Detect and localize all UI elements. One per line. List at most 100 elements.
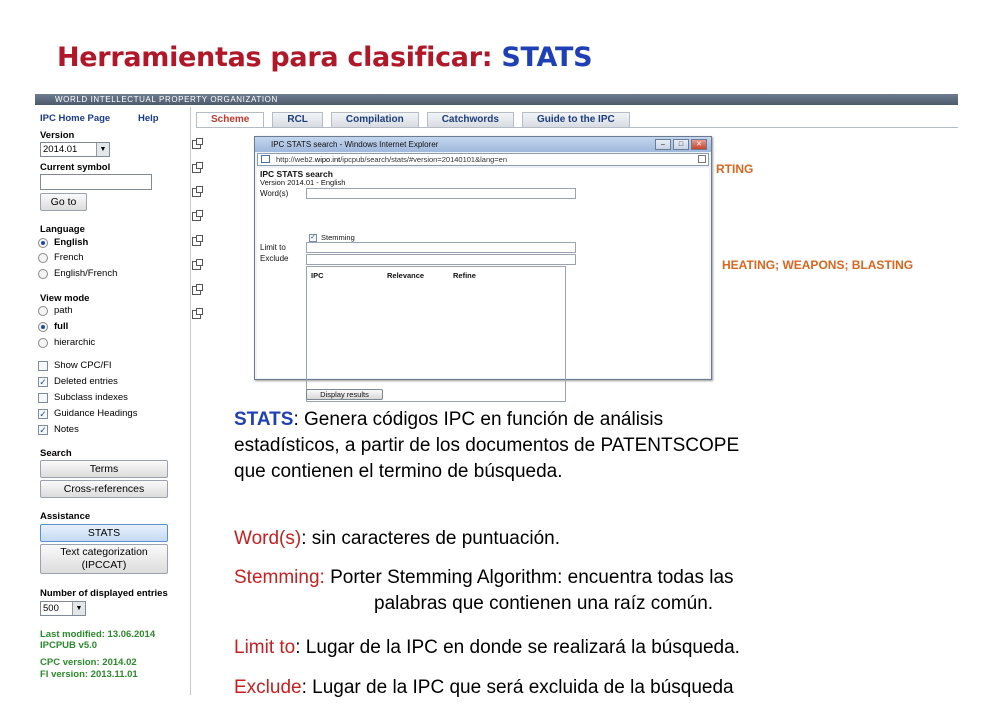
current-symbol-label: Current symbol [40,162,111,173]
section-heading-heating[interactable]: HEATING; WEAPONS; BLASTING [722,258,913,272]
tab-guide[interactable]: Guide to the IPC [521,112,630,127]
results-table: IPC Relevance Refine [306,266,566,402]
version-label: Version [40,130,75,141]
check-guidance-headings[interactable]: ✓ Guidance Headings [38,408,137,419]
popup-content: IPC STATS search Version 2014.01 - Engli… [257,168,709,402]
radio [38,252,48,263]
tab-rcl[interactable]: RCL [272,112,323,127]
external-link-icon[interactable] [192,308,203,319]
stemming-description: Stemming: Porter Stemming Algorithm: enc… [234,567,734,614]
view-mode-label: View mode [40,293,90,304]
section-heading-fragment[interactable]: RTING [716,162,753,176]
language-option-english[interactable]: English [38,237,88,248]
current-symbol-input[interactable] [40,174,152,190]
cross-references-button[interactable]: Cross-references [40,480,168,498]
words-input[interactable] [306,188,576,199]
num-entries-select[interactable]: 500 ▼ [40,601,86,616]
checkbox-checked: ✓ [38,376,48,387]
external-link-icon[interactable] [192,138,203,149]
external-link-icon[interactable] [192,259,203,270]
cpc-version: CPC version: 2014.02 [40,657,137,668]
stats-popup-window: IPC STATS search - Windows Internet Expl… [254,136,712,402]
radio-selected [38,321,48,332]
external-link-icon[interactable] [192,284,203,295]
checkbox-checked: ✓ [38,408,48,419]
slide-title: Herramientas para clasificar: STATS [57,42,593,73]
maximize-icon[interactable]: □ [673,139,689,150]
tab-compilation[interactable]: Compilation [330,112,419,127]
limit-description: Limit to: Lugar de la IPC en donde se re… [234,637,740,658]
version-value: 2014.01 [43,144,78,155]
popup-version: Version 2014.01 - English [260,178,346,187]
language-option-english-french[interactable]: English/French [38,268,117,279]
words-label: Word(s) [260,189,289,198]
radio [38,305,48,316]
help-link[interactable]: Help [138,113,159,124]
radio-selected [38,237,48,248]
exclude-label: Exclude [260,254,289,263]
words-description: Word(s): sin caracteres de puntuación. [234,528,560,549]
stats-keyword: STATS [234,409,294,430]
external-link-icon[interactable] [192,162,203,173]
text-categorization-button[interactable]: Text categorization (IPCCAT) [40,544,168,574]
column-refine: Refine [453,271,476,280]
exclude-description: Exclude: Lugar de la IPC que será exclui… [234,677,734,698]
tab-scheme[interactable]: Scheme [196,112,265,127]
terms-button[interactable]: Terms [40,460,168,478]
slide-title-main: Herramientas para clasificar: [57,42,493,73]
checkbox [38,360,48,371]
check-deleted-entries[interactable]: ✓ Deleted entries [38,376,118,387]
num-entries-label: Number of displayed entries [40,588,168,599]
minimize-icon[interactable]: – [655,139,671,150]
popup-title: IPC STATS search - Windows Internet Expl… [271,140,439,149]
words-keyword: Word(s) [234,528,302,549]
chevron-down-icon: ▼ [72,602,85,615]
ipc-home-link[interactable]: IPC Home Page [40,113,110,124]
search-label: Search [40,448,72,459]
external-link-icon[interactable] [192,235,203,246]
exclude-input[interactable] [306,254,576,265]
display-results-button[interactable]: Display results [306,389,383,400]
compatibility-icon[interactable] [698,155,706,163]
radio [38,268,48,279]
view-mode-path[interactable]: path [38,305,73,316]
go-to-button[interactable]: Go to [40,193,87,211]
limit-to-input[interactable] [306,242,576,253]
checkbox [38,392,48,403]
view-mode-full[interactable]: full [38,321,68,332]
check-show-cpc-fi[interactable]: Show CPC/FI [38,360,112,371]
limit-keyword: Limit to [234,637,296,658]
tab-bar: Scheme RCL Compilation Catchwords Guide … [196,112,630,127]
radio [38,337,48,348]
page-icon [261,155,270,163]
version-select[interactable]: 2014.01 ▼ [40,142,110,157]
checkbox-checked: ✓ [309,233,317,242]
slide-title-accent: STATS [501,42,593,73]
close-icon[interactable]: ✕ [691,139,707,150]
assistance-label: Assistance [40,511,91,522]
stemming-keyword: Stemming: [234,567,325,588]
language-label: Language [40,224,85,235]
chevron-down-icon: ▼ [96,143,109,156]
column-relevance: Relevance [387,271,425,280]
stats-description: STATS: Genera códigos IPC en función de … [234,409,740,482]
language-option-french[interactable]: French [38,252,84,263]
wipo-header-bar: WORLD INTELLECTUAL PROPERTY ORGANIZATION [35,94,958,105]
stemming-checkbox[interactable]: ✓ Stemming [309,233,355,242]
tab-catchwords[interactable]: Catchwords [426,112,514,127]
checkbox-checked: ✓ [38,424,48,435]
check-subclass-indexes[interactable]: Subclass indexes [38,392,128,403]
address-bar[interactable]: http://web2.wipo.int/ipcpub/search/stats… [257,153,709,166]
external-link-icon[interactable] [192,186,203,197]
sidebar: IPC Home Page Help Version 2014.01 ▼ Cur… [35,107,191,695]
column-ipc: IPC [311,271,324,280]
last-modified: Last modified: 13.06.2014 [40,629,156,640]
view-mode-hierarchic[interactable]: hierarchic [38,337,95,348]
check-notes[interactable]: ✓ Notes [38,424,79,435]
fi-version: FI version: 2013.11.01 [40,669,138,680]
window-controls: – □ ✕ [655,139,707,150]
limit-to-label: Limit to [260,243,286,252]
stats-button[interactable]: STATS [40,524,168,542]
external-link-icon[interactable] [192,210,203,221]
exclude-keyword: Exclude [234,677,302,698]
